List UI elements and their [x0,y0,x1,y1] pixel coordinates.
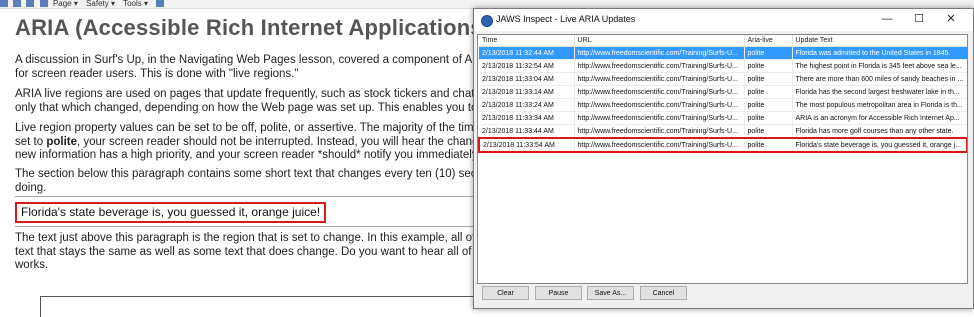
cell-url: http://www.freedomscientific.com/Trainin… [574,124,745,139]
cell-url: http://www.freedomscientific.com/Trainin… [574,85,745,99]
cell-time: 2/13/2018 11:33:34 AM [479,111,575,125]
cell-url: http://www.freedomscientific.com/Trainin… [574,98,745,112]
cell-update-text: The highest point in Florida is 345 feet… [792,59,967,73]
safety-menu[interactable]: Safety ▾ [86,0,115,8]
column-header-aria-live[interactable]: Aria-live [744,35,793,47]
table-row[interactable]: 2/13/2018 11:33:14 AM http://www.freedom… [479,85,967,99]
cell-update-text: Florida has more golf courses than any o… [792,124,967,139]
pause-button[interactable]: Pause [535,286,582,300]
cell-time: 2/13/2018 11:33:04 AM [479,72,575,86]
dialog-title: JAWS Inspect - Live ARIA Updates [496,14,636,24]
home-icon[interactable] [0,0,8,7]
tools-menu[interactable]: Tools ▾ [123,0,148,8]
cell-time: 2/13/2018 11:33:14 AM [479,85,575,99]
close-icon[interactable]: ✕ [936,11,966,27]
mail-icon[interactable] [26,0,35,7]
cell-aria-live: polite [744,111,793,125]
table-row[interactable]: 2/13/2018 11:33:34 AM http://www.freedom… [479,111,967,125]
cell-url: http://www.freedomscientific.com/Trainin… [574,59,745,73]
dialog-titlebar[interactable]: JAWS Inspect - Live ARIA Updates — ☐ ✕ [474,9,973,31]
cell-update-text: There are more than 600 miles of sandy b… [792,72,967,86]
cell-aria-live: polite [744,124,793,139]
cell-time: 2/13/2018 11:32:54 AM [479,59,575,73]
updates-list[interactable]: Time URL Aria-live Update Text 2/13/2018… [477,34,968,284]
cell-update-text: Florida's state beverage is, you guessed… [792,137,967,153]
cell-aria-live: polite [744,59,793,73]
help-icon[interactable] [156,0,165,7]
jaws-app-icon [481,15,493,27]
table-row[interactable]: 2/13/2018 11:33:24 AM http://www.freedom… [479,98,967,112]
column-header-url[interactable]: URL [574,35,745,47]
table-row[interactable]: 2/13/2018 11:33:44 AM http://www.freedom… [479,124,967,139]
column-header-time[interactable]: Time [479,35,575,47]
column-header-update-text[interactable]: Update Text [792,35,967,47]
cell-aria-live: polite [744,72,793,86]
maximize-icon[interactable]: ☐ [904,11,934,27]
table-row-highlighted[interactable]: 2/13/2018 11:33:54 AM http://www.freedom… [478,137,967,153]
cell-time: 2/13/2018 11:33:44 AM [479,124,575,139]
updates-table: Time URL Aria-live Update Text 2/13/2018… [478,35,967,153]
cell-update-text: Florida has the second largest freshwate… [792,85,967,99]
cell-time: 2/13/2018 11:33:24 AM [479,98,575,112]
table-row[interactable]: 2/13/2018 11:32:54 AM http://www.freedom… [479,59,967,73]
save-as-button[interactable]: Save As... [587,286,634,300]
jaws-inspect-dialog: JAWS Inspect - Live ARIA Updates — ☐ ✕ T… [473,8,974,309]
cell-aria-live: polite [744,137,793,153]
cell-url: http://www.freedomscientific.com/Trainin… [574,111,745,125]
cell-url: http://www.freedomscientific.com/Trainin… [574,46,745,60]
cancel-button[interactable]: Cancel [640,286,687,300]
cell-url: http://www.freedomscientific.com/Trainin… [574,72,745,86]
clear-button[interactable]: Clear [482,286,529,300]
cell-update-text: Florida was admitted to the United State… [792,46,967,60]
table-row[interactable]: 2/13/2018 11:32:44 AM http://www.freedom… [479,46,967,60]
live-region-text: Florida's state beverage is, you guessed… [15,202,327,223]
cell-time: 2/13/2018 11:33:54 AM [478,137,575,153]
cell-aria-live: polite [744,85,793,99]
cell-update-text: ARIA is an acronym for Accessible Rich I… [792,111,967,125]
print-icon[interactable] [39,0,48,7]
cell-update-text: The most populous metropolitan area in F… [792,98,967,112]
polite-keyword: polite [46,135,77,148]
cell-aria-live: polite [744,46,793,60]
cell-url: http://www.freedomscientific.com/Trainin… [574,137,745,153]
page-menu[interactable]: Page ▾ [53,0,78,8]
cell-time: 2/13/2018 11:32:44 AM [479,46,575,60]
minimize-icon[interactable]: — [872,11,902,27]
table-header-row: Time URL Aria-live Update Text [479,35,967,47]
feeds-icon[interactable] [13,0,22,7]
cell-aria-live: polite [744,98,793,112]
table-row[interactable]: 2/13/2018 11:33:04 AM http://www.freedom… [479,72,967,86]
